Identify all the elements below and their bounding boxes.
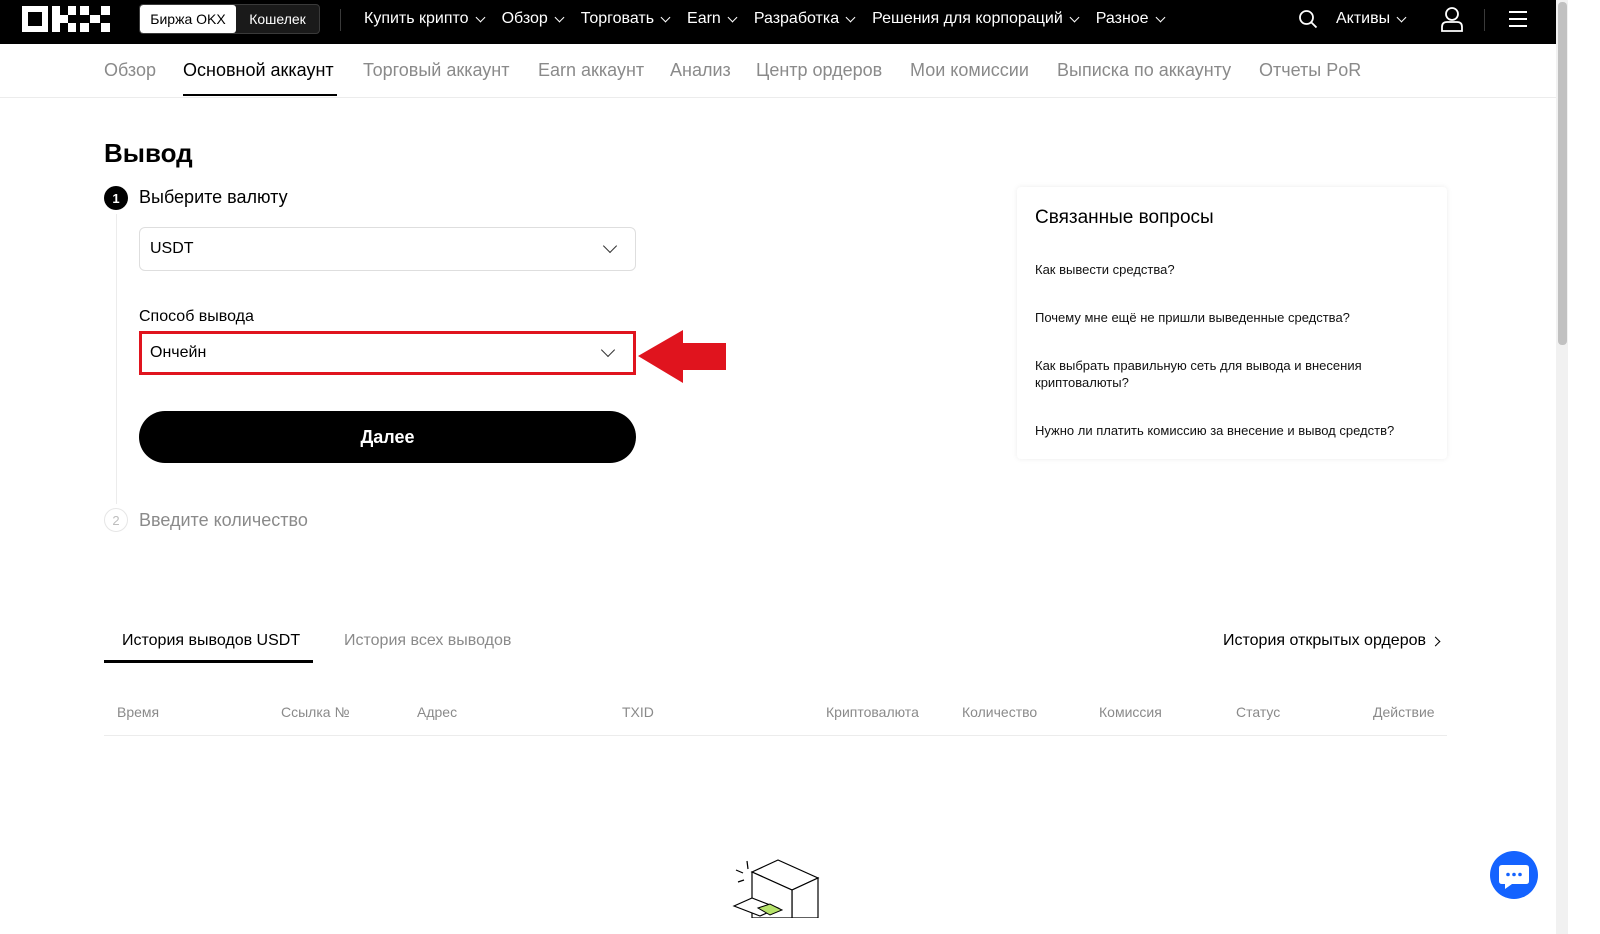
column-header: Комиссия bbox=[1099, 704, 1162, 720]
chevron-right-icon bbox=[1430, 636, 1441, 646]
column-header: Адрес bbox=[417, 704, 458, 720]
subnav-main-account[interactable]: Основной аккаунт bbox=[183, 60, 334, 81]
chevron-down-icon bbox=[602, 238, 618, 254]
chevron-down-icon bbox=[475, 12, 486, 22]
chat-bubble-icon bbox=[1499, 865, 1529, 889]
column-header: Количество bbox=[962, 704, 1038, 720]
currency-select[interactable]: USDT bbox=[139, 227, 636, 271]
nav-development[interactable]: Разработка bbox=[754, 10, 856, 28]
chevron-down-icon bbox=[1396, 12, 1407, 22]
next-button[interactable]: Далее bbox=[139, 411, 636, 463]
column-header: Действие bbox=[1373, 704, 1435, 720]
subnav-por-reports[interactable]: Отчеты PoR bbox=[1259, 60, 1361, 81]
withdraw-method-select[interactable]: Ончейн bbox=[139, 331, 636, 375]
subnav-trading-account[interactable]: Торговый аккаунт bbox=[363, 60, 510, 81]
column-header: TXID bbox=[622, 704, 654, 720]
history-table-header: Время Ссылка № Адрес TXID Криптовалюта К… bbox=[104, 690, 1447, 736]
subnav-overview[interactable]: Обзор bbox=[104, 60, 156, 81]
okx-logo[interactable] bbox=[22, 6, 110, 32]
faq-link[interactable]: Нужно ли платить комиссию за внесение и … bbox=[1035, 422, 1415, 439]
divider bbox=[340, 9, 341, 31]
chevron-down-icon bbox=[600, 342, 616, 358]
step-label: Выберите валюту bbox=[139, 187, 288, 207]
faq-link[interactable]: Как вывести средства? bbox=[1035, 261, 1415, 278]
chevron-down-icon bbox=[660, 12, 671, 22]
nav-buy-crypto[interactable]: Купить крипто bbox=[364, 10, 486, 28]
search-icon[interactable] bbox=[1298, 9, 1318, 29]
column-header: Статус bbox=[1236, 704, 1281, 720]
chevron-down-icon bbox=[845, 12, 856, 22]
page-title: Вывод bbox=[104, 138, 193, 168]
exchange-wallet-switch: Биржа OKX Кошелек bbox=[139, 4, 320, 34]
step-label: Введите количество bbox=[139, 510, 308, 530]
chevron-down-icon bbox=[1069, 12, 1080, 22]
subnav-analysis[interactable]: Анализ bbox=[670, 60, 731, 81]
nav-trade[interactable]: Торговать bbox=[581, 10, 671, 28]
open-orders-history-link[interactable]: История открытых ордеров bbox=[1223, 632, 1441, 650]
step-number: 1 bbox=[104, 186, 128, 210]
scrollbar-thumb[interactable] bbox=[1558, 2, 1567, 345]
chevron-down-icon bbox=[1155, 12, 1166, 22]
assets-menu[interactable]: Активы bbox=[1336, 0, 1407, 38]
subnav-statement[interactable]: Выписка по аккаунту bbox=[1057, 60, 1231, 81]
step-number: 2 bbox=[104, 508, 128, 532]
support-chat-button[interactable] bbox=[1490, 851, 1538, 899]
active-tab-indicator bbox=[104, 660, 313, 663]
user-icon[interactable] bbox=[1440, 6, 1464, 32]
column-header: Ссылка № bbox=[281, 704, 350, 720]
active-tab-indicator bbox=[183, 94, 337, 96]
empty-state-boxes-icon bbox=[732, 859, 820, 918]
faq-link[interactable]: Как выбрать правильную сеть для вывода и… bbox=[1035, 357, 1415, 391]
currency-value: USDT bbox=[150, 240, 194, 257]
nav-corporate[interactable]: Решения для корпораций bbox=[872, 10, 1080, 28]
related-questions-title: Связанные вопросы bbox=[1035, 207, 1214, 228]
exchange-tab[interactable]: Биржа OKX bbox=[140, 5, 236, 33]
page-edge bbox=[1568, 0, 1600, 934]
main-nav: Купить крипто Обзор Торговать Earn Разра… bbox=[364, 0, 1182, 38]
chevron-down-icon bbox=[727, 12, 738, 22]
chevron-down-icon bbox=[554, 12, 565, 22]
column-header: Криптовалюта bbox=[826, 704, 919, 720]
divider bbox=[1484, 9, 1485, 31]
subnav-order-center[interactable]: Центр ордеров bbox=[756, 60, 882, 81]
wallet-tab[interactable]: Кошелек bbox=[236, 5, 319, 33]
top-navbar: Биржа OKX Кошелек Купить крипто Обзор То… bbox=[0, 0, 1556, 44]
nav-earn[interactable]: Earn bbox=[687, 10, 738, 28]
withdraw-method-value: Ончейн bbox=[150, 344, 207, 361]
hamburger-menu-icon[interactable] bbox=[1509, 11, 1527, 27]
faq-link[interactable]: Почему мне ещё не пришли выведенные сред… bbox=[1035, 309, 1415, 326]
nav-more[interactable]: Разное bbox=[1096, 10, 1166, 28]
nav-overview[interactable]: Обзор bbox=[502, 10, 565, 28]
subnav-my-fees[interactable]: Мои комиссии bbox=[910, 60, 1029, 81]
column-header: Время bbox=[117, 704, 160, 720]
subnav-earn-account[interactable]: Earn аккаунт bbox=[538, 60, 644, 81]
tab-usdt-withdraw-history[interactable]: История выводов USDT bbox=[122, 632, 300, 650]
account-subnav: Обзор Основной аккаунт Торговый аккаунт … bbox=[0, 44, 1556, 98]
step-connector bbox=[116, 214, 117, 504]
tab-all-withdraw-history[interactable]: История всех выводов bbox=[344, 632, 511, 650]
annotation-arrow-icon bbox=[638, 330, 726, 383]
related-questions-card: Связанные вопросы Как вывести средства? … bbox=[1017, 187, 1447, 459]
withdraw-method-label: Способ вывода bbox=[139, 308, 254, 325]
